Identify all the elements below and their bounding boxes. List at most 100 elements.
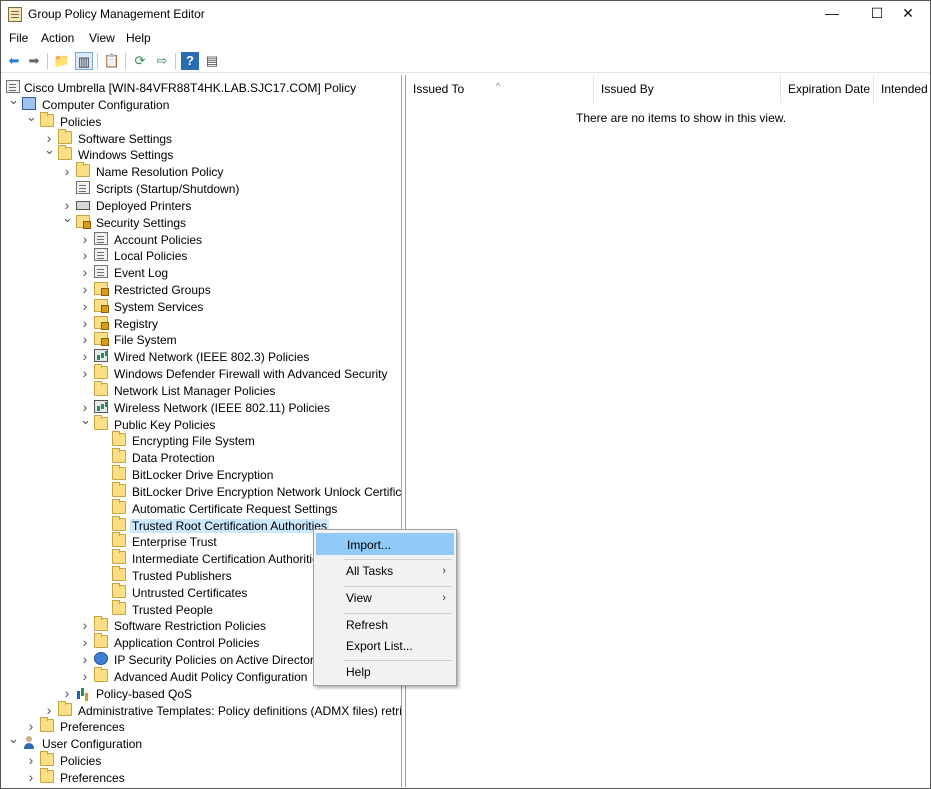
minimize-button[interactable]: — [809,1,855,28]
folder-icon [40,717,54,733]
tree-item[interactable]: › System Services [2,298,401,315]
expand-chevron-right-icon[interactable]: › [26,770,36,784]
tree-item[interactable]: › Software Settings [2,128,401,147]
tree-item[interactable]: › Policies [2,750,401,769]
tree-item-label: Enterprise Trust [132,535,217,550]
tree-item[interactable]: › Registry [2,315,401,332]
show-hide-tree-icon[interactable]: ▥ [75,52,93,70]
folder-icon [40,767,54,783]
up-folder-icon[interactable]: 📁 [53,52,71,70]
tree-item[interactable]: Network List Manager Policies [2,380,401,399]
tree-item[interactable]: › Name Resolution Policy [2,162,401,180]
help-icon[interactable]: ? [181,52,199,70]
expand-chevron-right-icon[interactable]: › [80,316,90,330]
context-menu-help[interactable]: Help [316,661,454,683]
tree-item-label: Software Restriction Policies [114,619,267,634]
context-menu-refresh[interactable]: Refresh [316,614,454,636]
tree-item[interactable]: › Event Log [2,264,401,281]
context-menu-export-list[interactable]: Export List... [316,635,454,657]
expand-chevron-right-icon[interactable]: › [26,753,36,767]
expand-chevron-right-icon[interactable]: › [80,265,90,279]
export-list-icon[interactable]: ⇨ [153,52,171,70]
tree-item[interactable]: › Preferences [2,717,401,735]
menu-file[interactable]: File [9,31,28,45]
refresh-icon[interactable]: ⟳ [131,52,149,70]
submenu-arrow-icon: › [442,565,446,577]
context-menu-all-tasks[interactable]: All Tasks › [316,560,454,582]
expand-chevron-right-icon[interactable]: › [62,686,72,700]
menu-action[interactable]: Action [41,31,74,45]
tree-item[interactable]: Automatic Certificate Request Settings [2,498,401,517]
tree-item-label: Preferences [60,770,125,785]
expand-chevron-right-icon[interactable]: › [80,618,90,632]
expand-chevron-right-icon[interactable]: › [80,299,90,313]
expand-chevron-right-icon[interactable]: › [44,703,54,717]
certificate-list[interactable]: Issued To ^ Issued By Expiration Date In… [405,75,930,787]
tree-item[interactable]: Scripts (Startup/Shutdown) [2,180,401,197]
expand-chevron-down-icon[interactable]: ⌄ [8,93,19,107]
folder-icon [112,599,126,615]
expand-chevron-right-icon[interactable]: › [80,652,90,666]
menu-view[interactable]: View [89,31,115,45]
tree-root[interactable]: Cisco Umbrella [WIN-84VFR88T4HK.LAB.SJC1… [2,79,401,96]
forward-arrow-icon[interactable]: ➡ [25,52,43,70]
expand-chevron-down-icon[interactable]: ⌄ [8,732,19,746]
tree-item[interactable]: ⌄ Security Settings [2,210,401,231]
expand-chevron-right-icon[interactable]: › [80,232,90,246]
close-button[interactable]: ✕ [885,1,931,28]
tree-item[interactable]: › Policy-based QoS [2,685,401,702]
expand-chevron-right-icon[interactable]: › [80,332,90,346]
column-header-intended-purposes[interactable]: Intended P [874,75,930,103]
tree-item[interactable]: ⌄ User Configuration [2,732,401,752]
back-arrow-icon[interactable]: ⬅ [5,52,23,70]
tree-item[interactable]: ⌄ Public Key Policies [2,412,401,433]
context-menu-import[interactable]: Import... [316,533,454,555]
expand-chevron-right-icon[interactable]: › [62,164,72,178]
expand-chevron-down-icon[interactable]: ⌄ [80,412,91,427]
properties-icon[interactable]: ▤ [203,52,221,70]
security-icon [76,214,91,229]
expand-chevron-right-icon[interactable]: › [80,248,90,262]
tree-item[interactable]: › Windows Defender Firewall with Advanced… [2,364,401,382]
tree-item[interactable]: › Restricted Groups [2,281,401,298]
expand-chevron-right-icon[interactable]: › [80,282,90,296]
folder-icon [94,414,108,430]
tree-item[interactable]: ⌄ Computer Configuration [2,93,401,113]
document-icon [76,181,90,195]
expand-chevron-down-icon[interactable]: ⌄ [44,143,55,157]
tree-item[interactable]: Data Protection [2,448,401,466]
tree-item[interactable]: BitLocker Drive Encryption [2,465,401,483]
tree-item-label: Application Control Policies [114,636,260,651]
column-header-issued-to[interactable]: Issued To ^ [406,75,594,103]
expand-chevron-right-icon[interactable]: › [26,719,36,733]
expand-chevron-right-icon[interactable]: › [80,635,90,649]
context-menu-view[interactable]: View › [316,587,454,609]
tree-item-label: Restricted Groups [114,283,211,298]
tree-item[interactable]: › Preferences [2,767,401,786]
folder-icon [94,666,108,682]
menu-help[interactable]: Help [126,31,151,45]
tree-item-label: Trusted People [132,602,213,617]
expand-chevron-right-icon[interactable]: › [80,669,90,683]
tree-item[interactable]: › Local Policies [2,247,401,264]
network-icon [94,399,108,413]
column-header-expiration-date[interactable]: Expiration Date [781,75,874,103]
tree-item[interactable]: ⌄ Policies [2,109,401,130]
tree-item[interactable]: Encrypting File System [2,431,401,449]
tree-item[interactable]: BitLocker Drive Encryption Network Unloc… [2,481,401,500]
folder-icon [112,515,126,531]
tree-item[interactable]: ⌄ Windows Settings [2,143,401,163]
tree-item[interactable]: › Administrative Templates: Policy defini… [2,700,401,719]
expand-chevron-right-icon[interactable]: › [80,366,90,380]
tree-item[interactable]: › Account Policies [2,231,401,248]
clipboard-icon[interactable]: 📋 [103,52,121,70]
expand-chevron-down-icon[interactable]: ⌄ [26,109,37,124]
tree-item[interactable]: › Wired Network (IEEE 802.3) Policies [2,348,401,365]
document-icon [94,265,108,279]
tree-item[interactable]: › Wireless Network (IEEE 802.11) Policies [2,399,401,416]
expand-chevron-right-icon[interactable]: › [80,349,90,363]
tree-item-label: Registry [114,316,159,331]
column-header-issued-by[interactable]: Issued By [594,75,781,103]
expand-chevron-down-icon[interactable]: ⌄ [62,210,73,225]
tree-item[interactable]: › File System [2,331,401,348]
